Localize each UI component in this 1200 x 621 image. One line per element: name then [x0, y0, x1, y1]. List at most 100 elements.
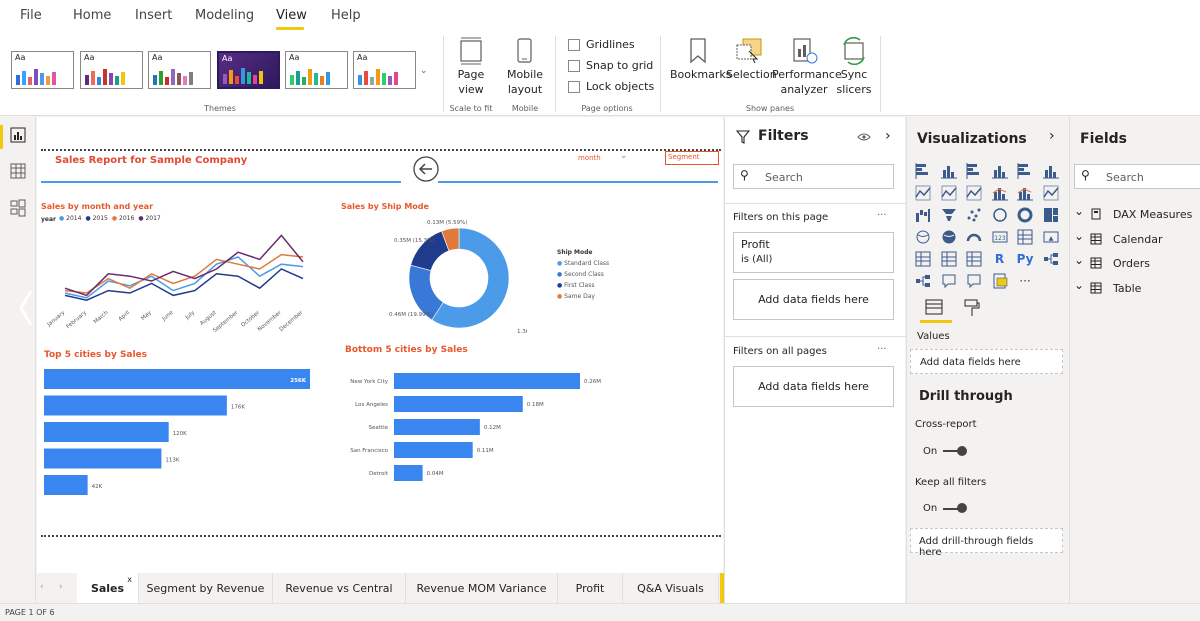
top5-bar-chart[interactable]: 256K 176K 120K 113K 42K — [37, 365, 337, 500]
legend-item[interactable]: ● Standard Class — [557, 260, 609, 267]
snap-to-grid-checkbox[interactable] — [568, 60, 580, 72]
get-more-icon[interactable]: ··· — [1017, 273, 1033, 289]
profit-filter-card[interactable]: Profit is (All) — [733, 232, 894, 273]
bar[interactable] — [394, 442, 473, 458]
table-icon[interactable] — [941, 251, 957, 267]
theme-thumbnail[interactable]: Aa — [148, 51, 211, 89]
legend-item[interactable]: ● 2016 — [112, 215, 134, 222]
segment-slicer[interactable]: Segment — [665, 151, 719, 165]
model-view-icon[interactable] — [10, 199, 26, 217]
tab-scroll-right-icon[interactable]: › — [59, 582, 63, 592]
bar[interactable] — [394, 419, 480, 435]
theme-gallery-expand-icon[interactable]: ⌄ — [420, 66, 428, 76]
tab-revenue-vs-central[interactable]: Revenue vs Central — [273, 573, 406, 603]
line-column-icon[interactable] — [991, 185, 1008, 201]
previous-page-arrow-icon[interactable] — [18, 288, 34, 328]
menu-insert[interactable]: Insert — [135, 8, 172, 23]
100-bar-icon[interactable] — [1017, 163, 1033, 179]
tab-qa-visuals[interactable]: Q&A Visuals — [623, 573, 719, 603]
donut-chart[interactable]: 1.36M (59.12%) 0.46M (19.99%) 0.35M (15.3%… — [337, 217, 527, 337]
collapse-visualizations-icon[interactable]: › — [1049, 128, 1055, 144]
month-slicer-label[interactable]: month — [578, 154, 601, 162]
line-chart[interactable]: January February March April May June July Augu… — [37, 225, 327, 345]
bar[interactable] — [44, 422, 169, 442]
bar[interactable] — [394, 465, 423, 481]
all-pages-filters-drop-zone[interactable]: Add data fields here — [733, 366, 894, 407]
key-influencers-icon[interactable] — [1043, 251, 1059, 267]
menu-modeling[interactable]: Modeling — [195, 8, 254, 23]
treemap-icon[interactable] — [1043, 207, 1059, 223]
theme-thumbnail[interactable]: Aa — [285, 51, 348, 89]
values-drop-zone[interactable]: Add data fields here — [910, 349, 1063, 374]
clustered-bar-icon[interactable] — [966, 163, 982, 179]
tab-segment-by-revenue[interactable]: Segment by Revenue — [139, 573, 273, 603]
area-icon[interactable] — [940, 185, 957, 201]
legend-item[interactable]: ● 2014 — [59, 215, 81, 222]
gridlines-checkbox[interactable] — [568, 39, 580, 51]
chevron-down-icon[interactable]: ⌄ — [1074, 229, 1084, 243]
legend-item[interactable]: ● First Class — [557, 282, 609, 289]
stacked-column-icon[interactable] — [940, 163, 957, 179]
bar[interactable] — [44, 369, 310, 389]
line-series-2015[interactable] — [64, 268, 304, 301]
legend-item[interactable]: ● Same Day — [557, 293, 609, 300]
gauge-icon[interactable] — [966, 229, 982, 245]
data-view-icon[interactable] — [10, 163, 26, 179]
waterfall-icon[interactable] — [915, 207, 931, 223]
stacked-area-icon[interactable] — [966, 185, 982, 201]
back-arrow-icon[interactable] — [412, 155, 440, 183]
tab-scroll-left-icon[interactable]: ‹ — [40, 582, 44, 592]
eye-icon[interactable] — [857, 132, 871, 142]
legend-item[interactable]: ● 2015 — [85, 215, 107, 222]
fields-well-icon[interactable] — [924, 298, 944, 318]
filled-map-icon[interactable] — [941, 229, 957, 245]
line-clustered-icon[interactable] — [1017, 185, 1033, 201]
close-tab-icon[interactable]: x — [127, 575, 132, 584]
chevron-down-icon[interactable]: ⌄ — [1074, 278, 1084, 292]
line-icon[interactable] — [915, 185, 931, 201]
more-options-icon[interactable]: ··· — [877, 344, 887, 355]
collapse-filters-icon[interactable]: › — [885, 128, 891, 144]
menu-help[interactable]: Help — [331, 8, 361, 23]
matrix-icon[interactable] — [966, 251, 982, 267]
multi-row-card-icon[interactable] — [1017, 229, 1033, 245]
funnel-icon[interactable] — [941, 207, 957, 223]
donut-icon[interactable] — [1017, 207, 1033, 223]
paint-roller-icon[interactable] — [962, 298, 982, 318]
100-column-icon[interactable] — [1042, 163, 1059, 179]
chevron-down-icon[interactable]: ⌄ — [620, 151, 628, 161]
tab-profit[interactable]: Profit — [558, 573, 623, 603]
theme-thumbnail[interactable]: Aa — [11, 51, 74, 89]
bar[interactable] — [394, 396, 523, 412]
bar[interactable] — [44, 395, 227, 416]
more-options-icon[interactable]: ··· — [877, 210, 887, 221]
decomposition-tree-icon[interactable] — [915, 273, 931, 289]
tab-sales[interactable]: Sales x — [77, 573, 139, 603]
chevron-down-icon[interactable]: ⌄ — [1074, 253, 1084, 267]
bar[interactable] — [394, 373, 580, 389]
slicer-icon[interactable] — [915, 251, 931, 267]
smart-narrative-icon[interactable] — [966, 273, 982, 289]
r-visual-icon[interactable]: R — [992, 251, 1008, 267]
tab-revenue-mom-variance[interactable]: Revenue MOM Variance — [406, 573, 558, 603]
clustered-column-icon[interactable] — [991, 163, 1008, 179]
filters-search-input[interactable]: ⚲ Search — [733, 164, 894, 189]
legend-item[interactable]: ● Second Class — [557, 271, 609, 278]
theme-thumbnail[interactable]: Aa — [217, 51, 280, 89]
bottom5-bar-chart[interactable]: New York City 0.26M Los Angeles 0.18M Seattl… — [337, 367, 637, 487]
qa-icon[interactable] — [941, 273, 957, 289]
legend-item[interactable]: ● 2017 — [138, 215, 160, 222]
theme-thumbnail[interactable]: Aa — [80, 51, 143, 89]
paginated-icon[interactable] — [992, 273, 1008, 289]
page-filters-drop-zone[interactable]: Add data fields here — [733, 279, 894, 320]
chevron-down-icon[interactable]: ⌄ — [1074, 204, 1084, 218]
fields-search-input[interactable]: ⚲ Search — [1074, 164, 1200, 189]
drill-through-drop-zone[interactable]: Add drill-through fields here — [910, 528, 1063, 558]
menu-view[interactable]: View — [276, 8, 307, 23]
pie-icon[interactable] — [992, 207, 1008, 223]
scatter-icon[interactable] — [966, 207, 982, 223]
bar[interactable] — [44, 475, 88, 495]
map-icon[interactable] — [915, 229, 931, 245]
stacked-bar-icon[interactable] — [915, 163, 931, 179]
ribbon-icon[interactable] — [1042, 185, 1059, 201]
